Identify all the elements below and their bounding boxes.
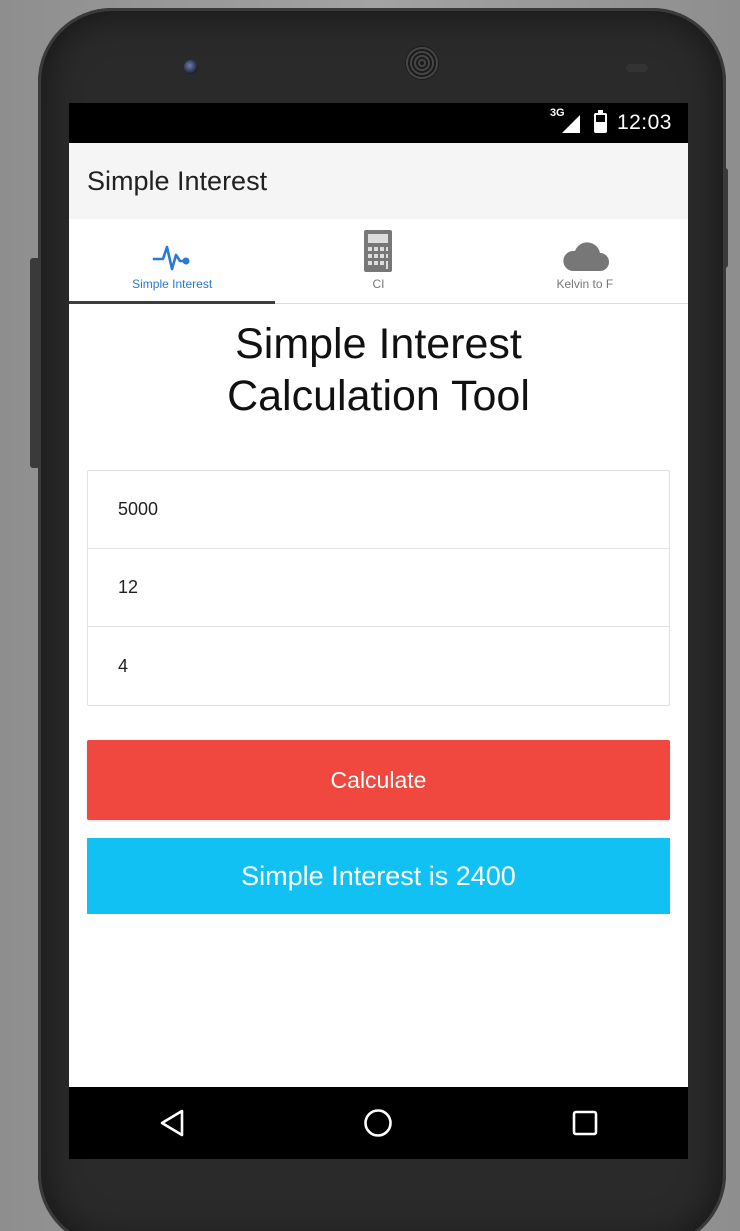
page-title: Simple Interest Calculation Tool [87,318,670,422]
recents-button[interactable] [555,1093,615,1153]
recents-icon [572,1110,598,1136]
page-title-line-2: Calculation Tool [227,372,530,420]
page-title-line-1: Simple Interest [235,320,522,368]
calculate-button[interactable]: Calculate [87,740,670,820]
principal-input[interactable] [116,498,669,521]
result-text: Simple Interest is 2400 [241,860,516,891]
principal-field-row [88,471,669,549]
app-title: Simple Interest [87,165,268,196]
app-bar: Simple Interest [69,143,688,219]
pulse-icon [152,245,190,271]
cloud-icon [563,242,609,271]
tab-label: Simple Interest [132,277,213,291]
signal-icon: 3G [550,107,580,133]
back-button[interactable] [142,1093,202,1153]
device-screen: 3G 12:03 Simple Interest Simple Interest [69,103,688,1159]
main-content: Simple Interest Calculation Tool Calcula… [69,318,688,914]
input-form [87,470,670,706]
battery-icon [593,110,607,133]
tab-label: Kelvin to F [556,277,614,291]
home-button[interactable] [348,1093,408,1153]
tab-label: CI [372,277,385,291]
earpiece-speaker-icon [405,46,439,80]
back-icon [160,1109,184,1137]
tab-ci[interactable]: CI [275,219,481,303]
rate-input[interactable] [116,576,669,599]
tab-bar: Simple Interest CI Kelvin to F [69,219,688,304]
time-field-row [88,627,669,705]
emulator-stage: 3G 12:03 Simple Interest Simple Interest [0,0,740,1231]
tab-simple-interest[interactable]: Simple Interest [69,219,276,304]
status-clock: 12:03 [616,111,672,134]
calculator-icon [364,230,393,272]
result-banner: Simple Interest is 2400 [87,838,670,914]
home-icon [364,1109,393,1137]
front-camera-icon [184,60,198,74]
tab-kelvin-to-f[interactable]: Kelvin to F [482,219,688,303]
system-nav-bar [69,1087,688,1159]
time-input[interactable] [116,654,669,678]
rate-field-row [88,549,669,627]
proximity-sensor [626,64,648,72]
status-bar: 3G 12:03 [69,103,688,143]
